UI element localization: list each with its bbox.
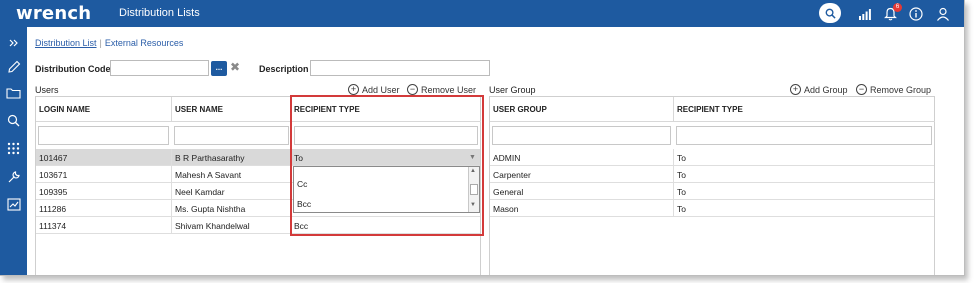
clear-icon[interactable]: ✖ — [230, 60, 240, 74]
description-label: Description — [259, 64, 309, 74]
user-group-title: User Group — [489, 85, 536, 95]
user-name-cell: Shivam Khandelwal — [172, 217, 291, 234]
remove-user-label: Remove User — [421, 84, 477, 95]
expand-sidebar-icon[interactable] — [4, 33, 23, 52]
login-name-cell: 109395 — [36, 183, 172, 200]
remove-user-button[interactable]: − Remove User — [407, 84, 476, 95]
filter-user-name-input[interactable] — [174, 126, 289, 145]
login-name-cell: 111374 — [36, 217, 172, 234]
column-header-group-recipient-type[interactable]: RECIPIENT TYPE — [674, 97, 935, 122]
login-name-cell: 103671 — [36, 166, 172, 183]
sidebar — [0, 27, 27, 275]
group-recipient-type-cell[interactable]: To — [674, 166, 934, 183]
description-input[interactable] — [310, 60, 490, 76]
table-row[interactable]: Mason To — [490, 200, 934, 217]
user-group-cell: General — [490, 183, 674, 200]
column-header-login-name[interactable]: LOGIN NAME — [36, 97, 172, 122]
user-name-cell: Ms. Gupta Nishtha — [172, 200, 291, 217]
remove-group-button[interactable]: − Remove Group — [856, 84, 931, 95]
users-title: Users — [35, 85, 59, 95]
remove-group-label: Remove Group — [870, 84, 932, 95]
filter-user-group-input[interactable] — [492, 126, 671, 145]
link-separator: | — [99, 38, 102, 48]
distribution-code-label: Distribution Code — [35, 64, 111, 74]
signal-icon[interactable] — [855, 4, 875, 24]
distribution-list-link[interactable]: Distribution List — [35, 38, 97, 48]
search-icon[interactable] — [819, 3, 841, 23]
filter-login-name-input[interactable] — [38, 126, 169, 145]
user-group-grid: USER GROUP RECIPIENT TYPE ADMIN To Carpe… — [489, 96, 935, 275]
user-group-cell: Carpenter — [490, 166, 674, 183]
app-window: wrench Distribution Lists 6 Distribution… — [0, 0, 965, 276]
recipient-type-highlight — [290, 95, 484, 236]
plus-icon: + — [348, 84, 359, 95]
table-row[interactable]: Carpenter To — [490, 166, 934, 183]
user-name-cell: Neel Kamdar — [172, 183, 291, 200]
apps-grid-icon[interactable] — [4, 139, 23, 158]
table-row[interactable]: General To — [490, 183, 934, 200]
plus-icon: + — [790, 84, 801, 95]
wrench-icon[interactable] — [4, 167, 23, 186]
breadcrumb: Distribution List | External Resources — [35, 38, 183, 48]
external-resources-link[interactable]: External Resources — [105, 38, 184, 48]
lookup-button[interactable]: ... — [211, 61, 227, 76]
add-group-button[interactable]: + Add Group — [790, 84, 848, 95]
table-row[interactable]: ADMIN To — [490, 149, 934, 166]
main-content: Distribution List | External Resources Dis… — [27, 27, 964, 275]
report-icon[interactable] — [4, 195, 23, 214]
app-logo[interactable]: wrench — [16, 3, 91, 24]
user-profile-icon[interactable] — [933, 4, 953, 24]
info-icon[interactable] — [906, 4, 926, 24]
distribution-code-input[interactable] — [110, 60, 209, 76]
column-header-user-name[interactable]: USER NAME — [172, 97, 291, 122]
minus-icon: − — [856, 84, 867, 95]
user-group-cell: ADMIN — [490, 149, 674, 166]
folder-icon[interactable] — [4, 83, 23, 102]
add-user-label: Add User — [362, 84, 400, 95]
group-recipient-type-cell[interactable]: To — [674, 183, 934, 200]
column-header-user-group[interactable]: USER GROUP — [490, 97, 674, 122]
user-group-cell: Mason — [490, 200, 674, 217]
filter-group-recipient-type-input[interactable] — [676, 126, 932, 145]
page-title: Distribution Lists — [119, 7, 200, 19]
add-user-button[interactable]: + Add User — [348, 84, 400, 95]
group-recipient-type-cell[interactable]: To — [674, 200, 934, 217]
notification-badge: 6 — [893, 3, 902, 12]
user-name-cell: B R Parthasarathy — [172, 149, 291, 166]
group-recipient-type-cell[interactable]: To — [674, 149, 934, 166]
add-group-label: Add Group — [804, 84, 848, 95]
pencil-icon[interactable] — [4, 57, 23, 76]
login-name-cell: 101467 — [36, 149, 172, 166]
login-name-cell: 111286 — [36, 200, 172, 217]
user-name-cell: Mahesh A Savant — [172, 166, 291, 183]
minus-icon: − — [407, 84, 418, 95]
top-bar: wrench Distribution Lists 6 — [0, 0, 964, 27]
search-sidebar-icon[interactable] — [4, 111, 23, 130]
